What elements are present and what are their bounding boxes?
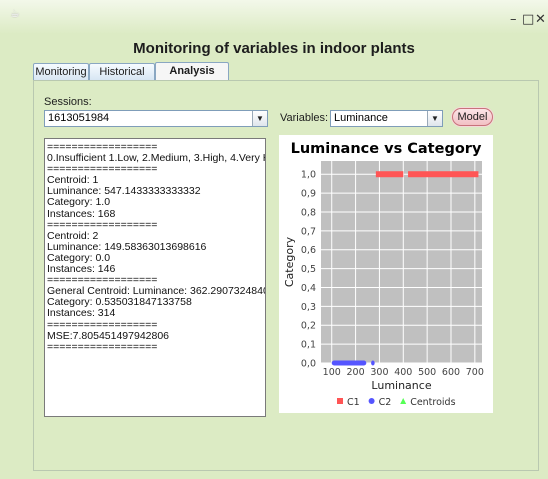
series-c1-points xyxy=(375,171,404,178)
plot-area xyxy=(321,161,482,363)
series-c2-points xyxy=(331,360,367,366)
y-tick-label: 0,9 xyxy=(301,189,316,200)
maximize-button[interactable]: □ xyxy=(522,13,534,26)
results-textarea[interactable]: ================== 0.Insufficient 1.Low, … xyxy=(44,138,266,417)
output-line: Instances: 314 xyxy=(47,307,116,320)
app-icon: ☕ xyxy=(10,8,20,20)
output-line: Category: 1.0 xyxy=(47,196,111,209)
x-tick-label: 700 xyxy=(466,367,484,378)
x-tick-label: 500 xyxy=(418,367,436,378)
y-tick-label: 1,0 xyxy=(301,170,316,181)
x-tick-label: 300 xyxy=(370,367,388,378)
scatter-chart: Luminance vs Category 100 200 300 400 500 600 7… xyxy=(283,141,484,408)
chevron-down-icon[interactable]: ▼ xyxy=(252,111,267,126)
legend-marker xyxy=(368,398,375,404)
title-bar[interactable]: ☕ – □ ✕ xyxy=(0,0,548,34)
x-tick-label: 100 xyxy=(323,367,341,378)
chart-title: Luminance vs Category xyxy=(291,141,482,157)
page-title: Monitoring of variables in indoor plants xyxy=(133,40,415,57)
variables-value: Luminance xyxy=(334,112,388,124)
legend-label: C1 xyxy=(347,397,360,408)
y-tick-label: 0,3 xyxy=(301,302,316,313)
chart-panel: Luminance vs Category 100 200 300 400 500 600 7… xyxy=(279,135,493,413)
x-axis-label: Luminance xyxy=(371,379,431,392)
output-line: ================== xyxy=(47,340,158,353)
legend-label: C2 xyxy=(379,397,392,408)
output-line: ================== xyxy=(47,318,158,331)
y-tick-label: 0,0 xyxy=(301,359,316,370)
tab-monitoring[interactable]: Monitoring xyxy=(33,63,89,80)
x-tick-label: 600 xyxy=(442,367,460,378)
variables-select[interactable]: Luminance ▼ xyxy=(330,110,443,127)
y-tick-label: 0,8 xyxy=(301,207,316,218)
legend-marker xyxy=(400,398,407,404)
chevron-down-icon[interactable]: ▼ xyxy=(427,111,442,126)
output-line: Instances: 168 xyxy=(47,207,116,220)
tab-historical-data[interactable]: Historical Data xyxy=(89,63,155,94)
x-tick-label: 400 xyxy=(394,367,412,378)
legend-label: Centroids xyxy=(410,397,455,408)
model-button[interactable]: Model xyxy=(452,108,493,126)
y-tick-label: 0,2 xyxy=(301,321,316,332)
y-tick-label: 0,1 xyxy=(301,340,316,351)
series-c1-points xyxy=(408,171,479,178)
sessions-label: Sessions: xyxy=(44,96,92,108)
legend-marker xyxy=(337,398,343,404)
y-tick-label: 0,7 xyxy=(301,226,316,237)
variables-label: Variables: xyxy=(280,112,329,124)
x-tick-label: 200 xyxy=(347,367,365,378)
y-tick-label: 0,6 xyxy=(301,245,316,256)
y-tick-label: 0,5 xyxy=(301,264,316,275)
tab-analysis-model[interactable]: Analysis Model xyxy=(155,62,229,93)
close-button[interactable]: ✕ xyxy=(535,13,546,26)
sessions-value: 1613051984 xyxy=(48,112,110,124)
minimize-button[interactable]: – xyxy=(510,13,517,26)
series-c2-points xyxy=(371,360,375,366)
sessions-select[interactable]: 1613051984 ▼ xyxy=(44,110,268,127)
y-axis-label: Category xyxy=(283,236,296,287)
y-tick-label: 0,4 xyxy=(301,283,316,294)
